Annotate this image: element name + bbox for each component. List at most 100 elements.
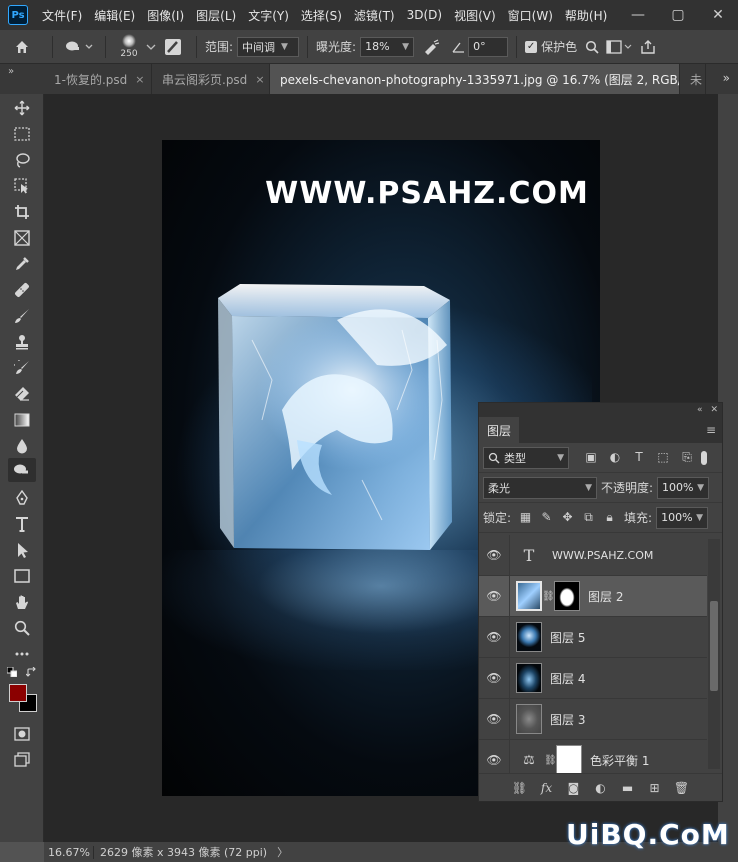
new-group-folder-icon[interactable]: ▬ <box>614 781 641 795</box>
clone-stamp-tool-icon[interactable] <box>8 330 36 354</box>
layer-row-text[interactable]: 👁︎ T WWW.PSAHZ.COM <box>479 535 707 576</box>
tabs-overflow-icon[interactable]: » <box>723 71 730 85</box>
eyedropper-tool-icon[interactable] <box>8 252 36 276</box>
chevron-down-icon[interactable] <box>144 43 158 51</box>
smart-object-filter-icon[interactable]: ⎘ <box>675 450 699 465</box>
maximize-button[interactable]: ▢ <box>658 7 698 23</box>
frame-tool-icon[interactable] <box>8 226 36 250</box>
workspace-switcher-icon[interactable] <box>603 39 635 54</box>
gradient-tool-icon[interactable] <box>8 408 36 432</box>
screen-mode-icon[interactable] <box>8 748 36 772</box>
layer-style-fx-icon[interactable]: fx <box>533 781 560 795</box>
new-adjustment-layer-icon[interactable]: ◐ <box>587 781 614 795</box>
crop-tool-icon[interactable] <box>8 200 36 224</box>
menu-edit[interactable]: 编辑(E) <box>88 7 141 24</box>
layer-mask-thumbnail[interactable] <box>556 745 582 773</box>
rectangle-tool-icon[interactable] <box>8 564 36 588</box>
layers-scrollbar[interactable] <box>708 539 720 769</box>
lock-artboard-icon[interactable]: ⧉ <box>578 510 599 525</box>
delete-layer-trash-icon[interactable]: 🗑︎ <box>668 781 695 795</box>
layer-thumbnail[interactable] <box>516 622 542 652</box>
protect-tone-checkbox[interactable]: ✓ <box>525 40 538 53</box>
move-tool-icon[interactable] <box>8 96 36 120</box>
more-tools-icon[interactable] <box>8 642 36 666</box>
exposure-input[interactable]: 18% ▼ <box>360 36 415 57</box>
angle-input[interactable]: 0° <box>468 36 509 57</box>
status-menu-arrow-icon[interactable]: 〉 <box>277 844 288 860</box>
menu-layer[interactable]: 图层(L) <box>190 7 242 24</box>
collapse-panel-icon[interactable]: « <box>697 405 703 415</box>
adjustment-filter-icon[interactable]: ◐ <box>603 450 627 465</box>
object-selection-tool-icon[interactable] <box>8 174 36 198</box>
visibility-eye-icon[interactable]: 👁︎ <box>479 712 509 726</box>
range-select[interactable]: 中间调 ▼ <box>237 36 300 57</box>
blur-tool-icon[interactable] <box>8 434 36 458</box>
close-panel-icon[interactable]: ✕ <box>710 405 718 415</box>
lock-image-pixels-icon[interactable]: ✎ <box>536 510 557 525</box>
layer-row-layer-5[interactable]: 👁︎ 图层 5 <box>479 616 707 658</box>
layer-mask-thumbnail[interactable] <box>554 581 580 611</box>
panel-menu-icon[interactable]: ≡ <box>706 423 716 437</box>
add-mask-icon[interactable]: ◙ <box>560 781 587 795</box>
visibility-eye-icon[interactable]: 👁︎ <box>479 589 509 603</box>
visibility-eye-icon[interactable]: 👁︎ <box>479 671 509 685</box>
default-colors-icon[interactable] <box>6 666 18 678</box>
layer-thumbnail[interactable] <box>516 704 542 734</box>
brush-settings-icon[interactable] <box>158 38 188 56</box>
link-layers-icon[interactable]: ⛓︎ <box>506 781 533 795</box>
swap-colors-icon[interactable] <box>24 666 38 678</box>
minimize-button[interactable]: — <box>618 7 658 23</box>
burn-tool-preset-icon[interactable] <box>61 39 97 55</box>
layer-thumbnail[interactable] <box>516 663 542 693</box>
healing-brush-tool-icon[interactable] <box>8 278 36 302</box>
type-tool-icon[interactable] <box>8 512 36 536</box>
marquee-tool-icon[interactable] <box>8 122 36 146</box>
home-icon[interactable] <box>0 39 44 55</box>
quick-mask-icon[interactable] <box>8 722 36 746</box>
menu-3d[interactable]: 3D(D) <box>401 8 448 22</box>
tab-layers[interactable]: 图层 <box>479 417 520 443</box>
menu-image[interactable]: 图像(I) <box>141 7 190 24</box>
visibility-eye-icon[interactable]: 👁︎ <box>479 548 509 562</box>
share-icon[interactable] <box>635 39 661 55</box>
hand-tool-icon[interactable] <box>8 590 36 614</box>
menu-file[interactable]: 文件(F) <box>36 7 88 24</box>
search-icon[interactable] <box>581 40 603 54</box>
visibility-eye-icon[interactable]: 👁︎ <box>479 753 509 767</box>
shape-filter-icon[interactable]: ⬚ <box>651 450 675 465</box>
menu-select[interactable]: 选择(S) <box>295 7 348 24</box>
path-selection-tool-icon[interactable] <box>8 538 36 562</box>
layer-thumbnail[interactable] <box>516 581 542 611</box>
zoom-level[interactable]: 16.67% <box>44 845 94 859</box>
history-brush-tool-icon[interactable] <box>8 356 36 380</box>
opacity-input[interactable]: 100% ▼ <box>657 476 710 499</box>
tab-document-2[interactable]: 串云阁彩页.psd × <box>152 64 270 94</box>
blend-mode-select[interactable]: 柔光 ▼ <box>483 476 597 499</box>
pixel-filter-icon[interactable]: ▣ <box>579 450 603 465</box>
visibility-eye-icon[interactable]: 👁︎ <box>479 630 509 644</box>
menu-window[interactable]: 窗口(W) <box>502 7 559 24</box>
mask-link-icon[interactable]: ⛓︎ <box>544 755 557 766</box>
brush-tool-icon[interactable] <box>8 304 36 328</box>
menu-filter[interactable]: 滤镜(T) <box>348 7 401 24</box>
mask-link-icon[interactable]: ⛓︎ <box>542 591 555 602</box>
zoom-tool-icon[interactable] <box>8 616 36 640</box>
layers-scrollbar-thumb[interactable] <box>710 601 718 691</box>
menu-view[interactable]: 视图(V) <box>448 7 502 24</box>
foreground-color-swatch[interactable] <box>9 684 27 702</box>
layer-row-layer-4[interactable]: 👁︎ 图层 4 <box>479 657 707 699</box>
tab-document-4[interactable]: 未 <box>680 64 706 94</box>
brush-preset-picker[interactable]: 250 <box>114 32 144 62</box>
tab-document-1[interactable]: 1-恢复的.psd × <box>44 64 152 94</box>
menu-help[interactable]: 帮助(H) <box>559 7 613 24</box>
close-icon[interactable]: × <box>135 73 144 86</box>
filter-toggle-icon[interactable] <box>701 450 707 465</box>
type-filter-icon[interactable]: T <box>627 450 651 465</box>
eraser-tool-icon[interactable] <box>8 382 36 406</box>
toolbar-collapse-icon[interactable]: » <box>0 64 44 94</box>
menu-type[interactable]: 文字(Y) <box>242 7 295 24</box>
close-button[interactable]: ✕ <box>698 7 738 23</box>
close-icon[interactable]: × <box>255 73 264 86</box>
layer-row-layer-2[interactable]: 👁︎ ⛓︎ 图层 2 <box>479 575 707 617</box>
new-layer-icon[interactable]: ⊞ <box>641 781 668 795</box>
